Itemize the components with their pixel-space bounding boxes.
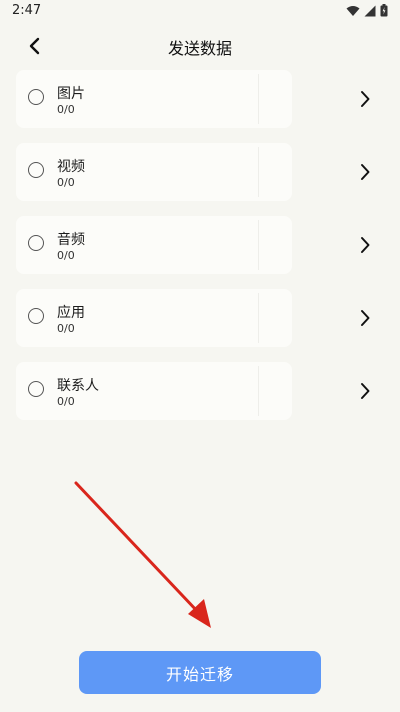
page-title: 发送数据 [167, 39, 232, 58]
data-type-list: 图片 0/0 视频 0/0 音频 0/0 应用 0/0 联系人 0/0 [16, 70, 384, 435]
status-time: 2:47 [12, 3, 42, 18]
item-label: 联系人 [57, 378, 99, 394]
radio-button[interactable] [28, 89, 44, 105]
chevron-right-icon[interactable] [356, 234, 374, 256]
radio-button[interactable] [28, 381, 44, 397]
signal-icon [364, 5, 376, 16]
chevron-right-icon[interactable] [356, 161, 374, 183]
list-item-audio[interactable]: 音频 0/0 [16, 216, 384, 274]
card-divider [258, 147, 259, 197]
card-divider [258, 74, 259, 124]
card-divider [258, 293, 259, 343]
battery-icon [380, 4, 388, 17]
list-item-apps[interactable]: 应用 0/0 [16, 289, 384, 347]
start-migration-button[interactable]: 开始迁移 [79, 651, 321, 694]
item-count: 0/0 [57, 322, 75, 335]
status-icons [346, 4, 388, 17]
item-count: 0/0 [57, 176, 75, 189]
card-divider [258, 366, 259, 416]
header: 发送数据 [0, 24, 400, 68]
list-item-contacts[interactable]: 联系人 0/0 [16, 362, 384, 420]
list-item-videos[interactable]: 视频 0/0 [16, 143, 384, 201]
item-count: 0/0 [57, 249, 75, 262]
radio-button[interactable] [28, 162, 44, 178]
radio-button[interactable] [28, 235, 44, 251]
status-bar: 2:47 [0, 0, 400, 24]
card-divider [258, 220, 259, 270]
chevron-right-icon[interactable] [356, 88, 374, 110]
wifi-icon [346, 5, 360, 16]
item-label: 音频 [57, 232, 85, 248]
chevron-right-icon[interactable] [356, 380, 374, 402]
radio-button[interactable] [28, 308, 44, 324]
list-item-photos[interactable]: 图片 0/0 [16, 70, 384, 128]
item-label: 应用 [57, 305, 85, 321]
item-label: 图片 [57, 86, 85, 102]
item-count: 0/0 [57, 395, 75, 408]
item-label: 视频 [57, 159, 85, 175]
chevron-right-icon[interactable] [356, 307, 374, 329]
item-count: 0/0 [57, 103, 75, 116]
